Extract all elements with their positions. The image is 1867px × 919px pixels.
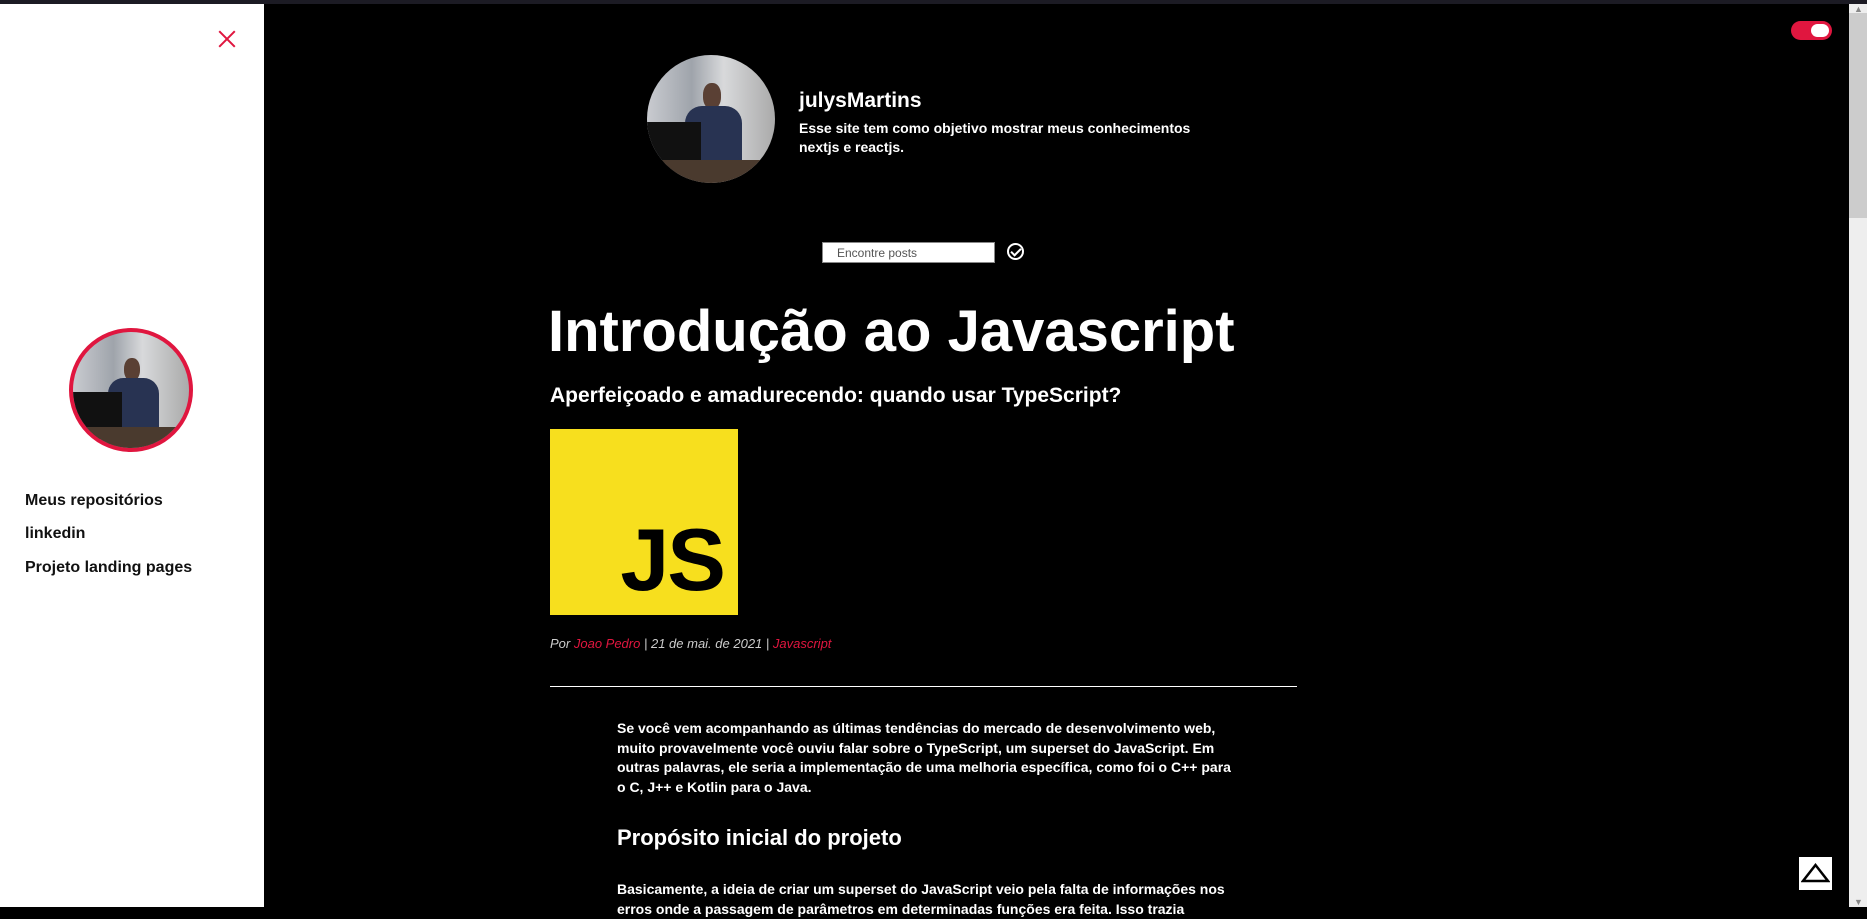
post-meta: Por Joao Pedro | 21 de mai. de 2021 | Ja… (550, 636, 831, 651)
profile-avatar (647, 55, 775, 183)
sidebar-link-landing-pages[interactable]: Projeto landing pages (25, 559, 192, 577)
close-icon[interactable] (216, 28, 238, 50)
post-title: Introdução ao Javascript (548, 299, 1235, 364)
sidebar-link-linkedin[interactable]: linkedin (25, 525, 85, 543)
post-paragraph: Basicamente, a ideia de criar um superse… (617, 881, 1225, 917)
sidebar-avatar (69, 328, 193, 452)
sidebar-link-repositories[interactable]: Meus repositórios (25, 492, 163, 510)
scrollbar[interactable]: ▲ ▼ (1849, 4, 1867, 907)
profile-description: Esse site tem como objetivo mostrar meus… (799, 120, 1191, 155)
scroll-to-top-button[interactable] (1799, 857, 1832, 890)
scrollbar-thumb[interactable] (1849, 13, 1867, 218)
post-date: 21 de mai. de 2021 (650, 636, 763, 651)
category-link[interactable]: Javascript (773, 636, 832, 651)
sidebar: Meus repositórios linkedin Projeto landi… (0, 4, 264, 907)
theme-toggle[interactable] (1791, 21, 1832, 40)
post-subtitle: Aperfeiçoado e amadurecendo: quando usar… (550, 384, 1122, 407)
profile-name: julysMartins (799, 89, 922, 112)
post-paragraph: Se você vem acompanhando as últimas tend… (617, 720, 1231, 795)
scroll-down-icon[interactable]: ▼ (1854, 897, 1863, 907)
logo-text: JS (620, 510, 726, 609)
meta-separator: | (640, 636, 651, 651)
triangle-up-icon (1801, 863, 1830, 883)
search-input[interactable] (822, 242, 995, 263)
window-top-bar (0, 0, 1867, 4)
check-circle-icon[interactable] (1007, 243, 1024, 260)
author-link[interactable]: Joao Pedro (574, 636, 641, 651)
post-section-heading: Propósito inicial do projeto (617, 825, 902, 850)
meta-separator: | (762, 636, 773, 651)
meta-by: Por (550, 636, 571, 651)
divider (550, 686, 1297, 687)
javascript-logo-image: JS (550, 429, 738, 615)
